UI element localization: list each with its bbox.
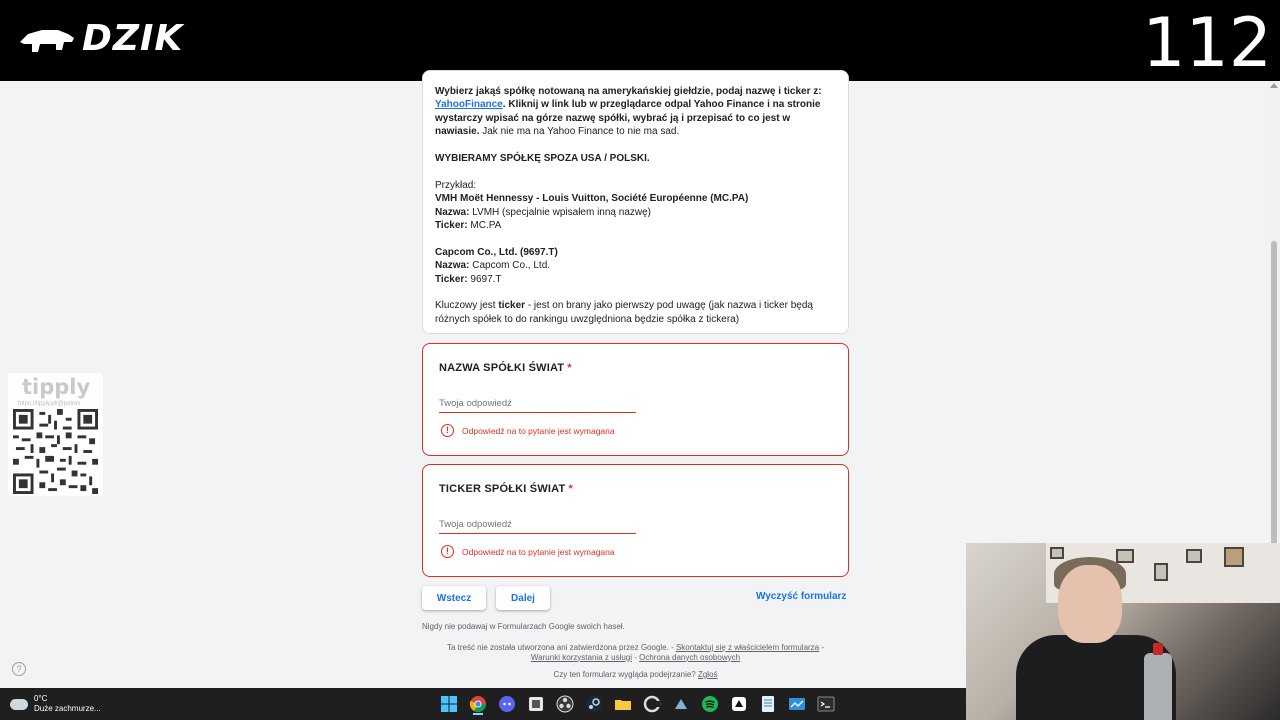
ticker-input[interactable]	[439, 516, 636, 534]
spotify-icon[interactable]	[701, 695, 719, 713]
terminal-icon[interactable]	[817, 695, 835, 713]
example-2-ticker: 9697.T	[467, 273, 502, 285]
error-text: Odpowiedź na to pytanie jest wymagana	[462, 425, 615, 436]
boar-icon	[20, 29, 74, 52]
footer-line-1: Ta treść nie została utworzona ani zatwi…	[422, 643, 849, 653]
next-button[interactable]: Dalej	[496, 586, 550, 610]
picture-frame	[1050, 547, 1064, 559]
question-card-ticker: TICKER SPÓŁKI ŚWIAT* ! Odpowiedź na to p…	[422, 464, 849, 577]
app-icon[interactable]	[527, 695, 545, 713]
steam-icon[interactable]	[585, 695, 603, 713]
form-description-card: Wybierz jakąś spółkę notowaną na ameryka…	[422, 70, 849, 334]
error-icon: !	[441, 545, 454, 558]
tipply-logo: tipply	[22, 375, 91, 399]
app-icon-3[interactable]	[730, 695, 748, 713]
instructions-paragraph: Wybierz jakąś spółkę notowaną na ameryka…	[435, 85, 836, 139]
windows-taskbar: 0°C Duże zachmurze...	[0, 688, 966, 720]
notepad-icon[interactable]	[759, 695, 777, 713]
bottle-cap	[1153, 643, 1163, 655]
brand-name: DZIK	[82, 18, 184, 59]
example-1-name: LVMH (specjalnie wpisałem inną nazwę)	[469, 206, 652, 218]
cloud-icon	[10, 698, 28, 710]
webcam-feed	[966, 543, 1280, 720]
example-1: Przykład: VMH Moët Hennessy - Louis Vuit…	[435, 179, 836, 233]
weather-widget[interactable]: 0°C Duże zachmurze...	[10, 694, 101, 714]
back-button[interactable]: Wstecz	[422, 586, 486, 610]
report-link[interactable]: Zgłoś	[698, 670, 718, 679]
footer-disclaimer: Ta treść nie została utworzona ani zatwi…	[446, 643, 676, 652]
discord-icon[interactable]	[498, 695, 516, 713]
footer-line-2: Warunki korzystania z usługi - Ochrona d…	[422, 653, 849, 663]
app-icon-4[interactable]	[788, 695, 806, 713]
privacy-link[interactable]: Ochrona danych osobowych	[639, 653, 740, 662]
footer-line-3: Czy ten formularz wygląda podejrzanie? Z…	[422, 670, 849, 680]
ticker-note-bold: ticker	[498, 300, 526, 312]
app-icon-2[interactable]	[672, 695, 690, 713]
obs-icon[interactable]	[556, 695, 574, 713]
qr-code-icon	[13, 409, 98, 494]
required-asterisk: *	[568, 483, 573, 495]
yahoo-finance-link[interactable]: YahooFinance	[435, 99, 503, 110]
question-title-text: TICKER SPÓŁKI ŚWIAT	[439, 483, 566, 495]
person-head	[1058, 565, 1122, 643]
footer-separator: -	[819, 643, 825, 652]
weather-text: 0°C Duże zachmurze...	[34, 694, 101, 714]
example-2-name-label: Nazwa:	[435, 260, 470, 272]
example-1-title: VMH Moët Hennessy - Louis Vuitton, Socié…	[435, 193, 749, 205]
ticker-note: Kluczowy jest ticker - jest on brany jak…	[435, 299, 836, 326]
explorer-icon[interactable]	[614, 695, 632, 713]
question-title: NAZWA SPÓŁKI ŚWIAT *	[439, 362, 572, 374]
picture-frame	[1154, 563, 1168, 581]
picture-frame	[1116, 549, 1134, 563]
choose-company-text: WYBIERAMY SPÓŁKĘ SPOZA USA / POLSKI.	[435, 153, 650, 165]
example-2-ticker-label: Ticker:	[435, 273, 468, 285]
scroll-up-arrow-icon[interactable]	[1270, 83, 1278, 88]
instructions-plain: Jak nie ma na Yahoo Finance to nie ma sa…	[479, 126, 680, 138]
ticker-note-a: Kluczowy jest	[435, 300, 499, 312]
example-2-name: Capcom Co., Ltd.	[469, 260, 551, 272]
ccleaner-icon[interactable]	[643, 695, 661, 713]
example-1-ticker: MC.PA	[467, 220, 502, 232]
terms-link[interactable]: Warunki korzystania z usługi	[531, 653, 632, 662]
required-asterisk: *	[567, 362, 572, 374]
choose-company-note: WYBIERAMY SPÓŁKĘ SPOZA USA / POLSKI.	[435, 152, 836, 165]
required-error: ! Odpowiedź na to pytanie jest wymagana	[441, 545, 615, 558]
clear-form-button[interactable]: Wyczyść formularz	[756, 591, 846, 602]
weather-condition: Duże zachmurze...	[34, 704, 101, 713]
instructions-bold-a: Wybierz jakąś spółkę notowaną na ameryka…	[435, 86, 822, 97]
brand-logo: DZIK	[18, 18, 183, 59]
question-title-text: NAZWA SPÓŁKI ŚWIAT	[439, 362, 565, 374]
picture-frame	[1224, 547, 1244, 567]
error-text: Odpowiedź na to pytanie jest wymagana	[462, 546, 615, 557]
contact-owner-link[interactable]: Skontaktuj się z właścicielem formularza	[676, 643, 819, 652]
error-icon: !	[441, 424, 454, 437]
tipply-qr-overlay: tipply https://tipply.pl/@potrex	[8, 373, 103, 496]
windows-start-icon[interactable]	[440, 695, 458, 713]
example-1-name-label: Nazwa:	[435, 206, 470, 218]
question-title: TICKER SPÓŁKI ŚWIAT *	[439, 483, 573, 495]
help-icon[interactable]: ?	[12, 662, 26, 676]
stream-header: DZIK 112	[0, 0, 1280, 83]
tipply-url: https://tipply.pl/@potrex	[18, 401, 81, 407]
required-error: ! Odpowiedź na to pytanie jest wymagana	[441, 424, 615, 437]
suspicious-question: Czy ten formularz wygląda podejrzanie?	[553, 670, 698, 679]
counter-value: 112	[1142, 4, 1272, 83]
form-footer: Ta treść nie została utworzona ani zatwi…	[422, 643, 849, 680]
company-name-input[interactable]	[439, 395, 636, 413]
example-2-title: Capcom Co., Ltd. (9697.T)	[435, 246, 558, 258]
password-warning: Nigdy nie podawaj w Formularzach Google …	[422, 622, 625, 631]
bottle	[1144, 653, 1172, 720]
chrome-icon[interactable]	[469, 695, 487, 713]
example-2: Capcom Co., Ltd. (9697.T) Nazwa: Capcom …	[435, 246, 836, 286]
example-label: Przykład:	[435, 179, 477, 191]
taskbar-app-icons	[440, 695, 835, 713]
question-card-company-name: NAZWA SPÓŁKI ŚWIAT* ! Odpowiedź na to py…	[422, 343, 849, 456]
weather-temperature: 0°C	[34, 694, 48, 703]
example-1-ticker-label: Ticker:	[435, 220, 468, 232]
picture-frame	[1186, 549, 1202, 563]
